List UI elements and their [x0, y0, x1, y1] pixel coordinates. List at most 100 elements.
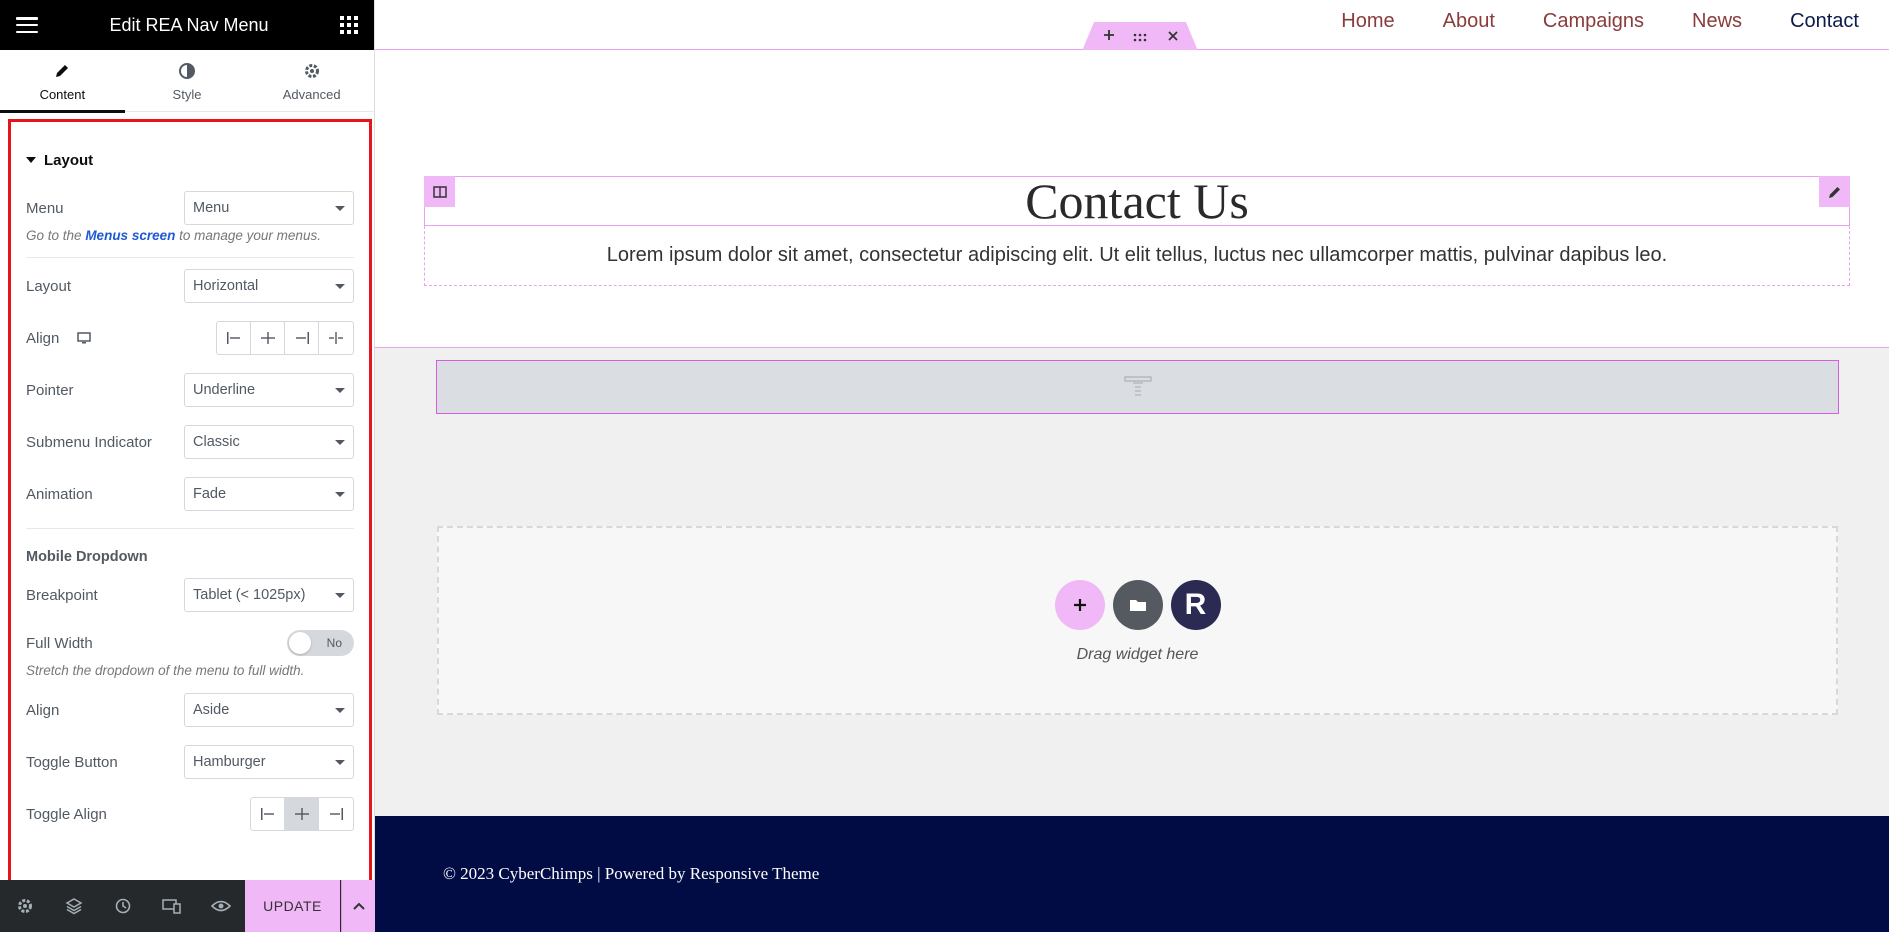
settings-button[interactable]: [0, 880, 49, 932]
submenu-indicator-control: Submenu Indicator Classic: [26, 416, 354, 468]
menus-screen-link[interactable]: Menus screen: [85, 228, 175, 243]
full-width-toggle[interactable]: No: [287, 630, 354, 656]
toggle-align-control: Toggle Align: [26, 788, 354, 840]
align-end-icon: [295, 332, 309, 344]
toggle-align-button-group: [250, 797, 354, 831]
drag-handle-icon[interactable]: [1132, 30, 1148, 48]
chevron-down-icon: [335, 387, 345, 393]
animation-select[interactable]: Fade: [184, 477, 354, 511]
history-button[interactable]: [98, 880, 147, 932]
heading-widget[interactable]: Contact Us: [424, 173, 1850, 229]
responsive-button[interactable]: [147, 880, 196, 932]
align-start-icon: [226, 332, 240, 344]
align-center-button[interactable]: [251, 322, 285, 354]
dropdown-align-control: Align Aside: [26, 684, 354, 736]
layout-control: Layout Horizontal: [26, 260, 354, 312]
align-end-button[interactable]: [285, 322, 319, 354]
add-section-icon[interactable]: [1102, 28, 1116, 47]
history-icon: [115, 898, 130, 914]
breakpoint-label: Breakpoint: [26, 586, 98, 604]
nav-menu: Home About Campaigns News Contact: [1293, 0, 1859, 42]
toggle-align-center-button[interactable]: [285, 798, 319, 830]
toggle-align-end-button[interactable]: [319, 798, 353, 830]
breakpoint-select[interactable]: Tablet (< 1025px): [184, 578, 354, 612]
tab-advanced[interactable]: Advanced: [249, 50, 374, 112]
dropdown-align-select[interactable]: Aside: [184, 693, 354, 727]
toggle-knob: [289, 632, 311, 654]
drag-widget-hint: Drag widget here: [1076, 646, 1199, 663]
page-title: Contact Us: [1025, 173, 1249, 229]
pointer-select[interactable]: Underline: [184, 373, 354, 407]
widgets-grid-icon[interactable]: [339, 16, 358, 34]
close-icon[interactable]: [1167, 29, 1179, 47]
layout-value: Horizontal: [193, 278, 259, 294]
panel-header: Edit REA Nav Menu: [0, 0, 374, 50]
align-start-button[interactable]: [217, 322, 251, 354]
desktop-icon[interactable]: [77, 332, 92, 344]
hero-section[interactable]: Contact Us Lorem ipsum dolor sit amet, c…: [375, 50, 1889, 348]
text-editor-widget[interactable]: Lorem ipsum dolor sit amet, consectetur …: [424, 226, 1850, 286]
dropdown-align-label: Align: [26, 701, 60, 719]
gear-icon: [17, 899, 32, 913]
align-justify-button[interactable]: [319, 322, 353, 354]
submenu-indicator-select[interactable]: Classic: [184, 425, 354, 459]
layout-label: Layout: [26, 277, 72, 295]
add-new-section-button[interactable]: [1054, 580, 1105, 630]
chevron-down-icon: [335, 759, 345, 765]
mobile-dropdown-heading: Mobile Dropdown: [26, 549, 148, 565]
dropzone-buttons: R: [439, 580, 1836, 630]
tab-content[interactable]: Content: [0, 50, 125, 113]
caret-down-icon: [26, 157, 36, 163]
menu-label: Menu: [26, 199, 64, 217]
breakpoint-control: Breakpoint Tablet (< 1025px): [26, 569, 354, 621]
chevron-down-icon: [335, 707, 345, 713]
rea-templates-button[interactable]: R: [1170, 580, 1221, 630]
section-layout-toggle[interactable]: Layout: [26, 144, 354, 176]
menu-select[interactable]: Menu: [184, 191, 354, 225]
nav-home[interactable]: Home: [1341, 10, 1394, 33]
nav-campaigns[interactable]: Campaigns: [1543, 10, 1644, 33]
panel-title: Edit REA Nav Menu: [109, 14, 269, 35]
pencil-icon: [54, 61, 70, 81]
column-handle[interactable]: [424, 176, 455, 207]
animation-value: Fade: [193, 486, 227, 502]
full-width-toggle-text: No: [326, 636, 342, 650]
editor-panel: Edit REA Nav Menu Content Style Advanced: [0, 0, 375, 932]
menu-hint: Go to the Menus screen to manage your me…: [26, 228, 354, 243]
eye-icon: [210, 900, 231, 912]
layout-controls: Layout Menu Menu Go to the Menus screen …: [8, 119, 372, 885]
align-control: Align: [26, 312, 354, 364]
dropdown-align-value: Aside: [193, 702, 230, 718]
toggle-button-value: Hamburger: [193, 754, 266, 770]
update-options-button[interactable]: [341, 880, 375, 932]
navigator-button[interactable]: [49, 880, 98, 932]
align-start-icon: [260, 808, 274, 820]
animation-control: Animation Fade: [26, 468, 354, 520]
copyright-text: © 2023 CyberChimps | Powered by Responsi…: [443, 864, 820, 883]
hint-prefix: Go to the: [26, 228, 82, 243]
nav-menu-widget-placeholder[interactable]: [436, 360, 1839, 414]
nav-about[interactable]: About: [1443, 10, 1495, 33]
panel-tabs: Content Style Advanced: [0, 50, 374, 113]
hamburger-icon[interactable]: [16, 17, 38, 33]
toggle-align-label: Toggle Align: [26, 805, 107, 823]
r-logo: R: [1184, 588, 1207, 621]
divider: [26, 528, 354, 529]
update-button[interactable]: UPDATE: [245, 880, 340, 932]
footer-section[interactable]: © 2023 CyberChimps | Powered by Responsi…: [375, 816, 1889, 932]
nav-contact[interactable]: Contact: [1790, 10, 1859, 33]
toggle-align-start-button[interactable]: [251, 798, 285, 830]
pointer-label: Pointer: [26, 381, 74, 399]
pointer-control: Pointer Underline: [26, 364, 354, 416]
empty-section-dropzone[interactable]: R Drag widget here: [437, 526, 1838, 715]
toggle-button-select[interactable]: Hamburger: [184, 745, 354, 779]
full-width-label: Full Width: [26, 634, 93, 652]
edit-widget-button[interactable]: [1819, 176, 1850, 207]
tab-style[interactable]: Style: [125, 50, 250, 112]
toggle-button-control: Toggle Button Hamburger: [26, 736, 354, 788]
preview-canvas: Home About Campaigns News Contact Contac…: [375, 0, 1889, 932]
preview-button[interactable]: [196, 880, 245, 932]
nav-news[interactable]: News: [1692, 10, 1742, 33]
layout-select[interactable]: Horizontal: [184, 269, 354, 303]
add-template-button[interactable]: [1112, 580, 1163, 630]
